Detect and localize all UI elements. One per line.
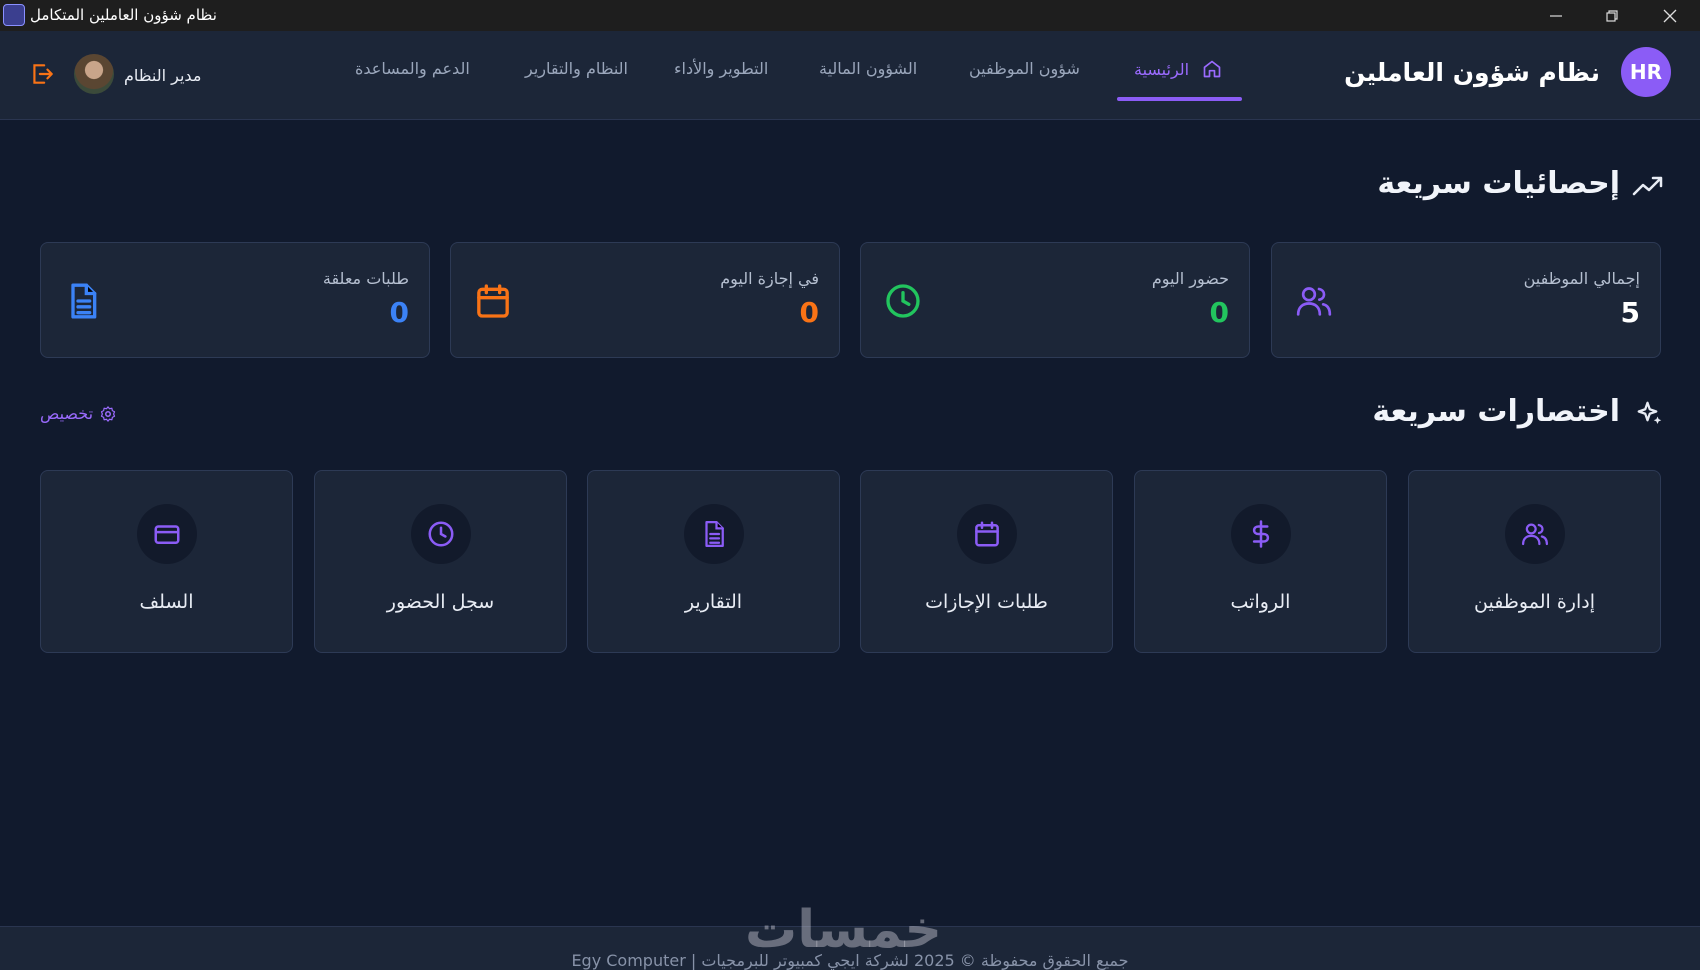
clock-icon <box>886 284 920 318</box>
stat-label: حضور اليوم <box>1151 269 1229 288</box>
user-name: مدير النظام <box>124 66 202 85</box>
calendar-icon <box>975 521 999 547</box>
credit-card-icon <box>154 525 180 544</box>
document-icon <box>71 283 97 319</box>
stat-label: طلبات معلقة <box>322 269 409 288</box>
avatar[interactable] <box>74 54 114 94</box>
shortcut-label: سجل الحضور <box>386 591 495 613</box>
minimize-icon <box>1550 15 1562 17</box>
window-title: نظام شؤون العاملين المتكامل <box>30 6 217 24</box>
gear-icon <box>100 405 116 422</box>
restore-button[interactable] <box>1584 0 1640 31</box>
stat-card-pending-requests: طلبات معلقة 0 <box>40 242 430 358</box>
app-icon <box>3 4 25 26</box>
shortcut-icon-circle <box>411 504 471 564</box>
shortcut-label: السلف <box>139 591 194 613</box>
clock-icon <box>428 521 454 547</box>
shortcut-icon-circle <box>684 504 744 564</box>
nav-item-employee-affairs[interactable]: شؤون الموظفين <box>969 59 1080 78</box>
stat-value: 0 <box>799 296 819 329</box>
stat-card-attendance-today: حضور اليوم 0 <box>860 242 1250 358</box>
stat-value: 0 <box>389 296 409 329</box>
dollar-icon <box>1252 520 1270 548</box>
users-icon <box>1522 523 1548 546</box>
shortcut-label: إدارة الموظفين <box>1474 591 1595 613</box>
shortcut-label: طلبات الإجازات <box>925 591 1048 613</box>
nav-item-system-reports[interactable]: النظام والتقارير <box>525 59 628 78</box>
users-icon <box>1296 287 1332 316</box>
shortcut-reports[interactable]: التقارير <box>587 470 840 653</box>
minimize-button[interactable] <box>1528 0 1584 31</box>
shortcut-icon-circle <box>1231 504 1291 564</box>
shortcut-icon-circle <box>957 504 1017 564</box>
home-icon <box>1203 60 1221 78</box>
shortcut-leave-requests[interactable]: طلبات الإجازات <box>860 470 1113 653</box>
sparkles-icon <box>1637 401 1662 424</box>
nav-item-financial-affairs[interactable]: الشؤون المالية <box>819 59 917 78</box>
nav-item-support[interactable]: الدعم والمساعدة <box>355 59 470 78</box>
logout-button[interactable] <box>29 61 55 91</box>
watermark: خمسات <box>745 900 943 960</box>
stat-label: إجمالي الموظفين <box>1523 269 1640 288</box>
window-titlebar: نظام شؤون العاملين المتكامل <box>0 0 1700 31</box>
trending-up-icon <box>1632 176 1663 196</box>
logout-icon <box>33 64 53 84</box>
shortcut-salaries[interactable]: الرواتب <box>1134 470 1387 653</box>
calendar-icon <box>477 284 509 318</box>
shortcut-label: التقارير <box>684 591 743 613</box>
stat-value: 5 <box>1620 296 1640 329</box>
nav-active-indicator <box>1117 97 1242 101</box>
close-icon <box>1663 9 1677 23</box>
shortcut-advances[interactable]: السلف <box>40 470 293 653</box>
stat-card-on-leave-today: في إجازة اليوم 0 <box>450 242 840 358</box>
brand-title: نظام شؤون العاملين <box>1344 58 1600 87</box>
stat-value: 0 <box>1209 296 1229 329</box>
shortcut-label: الرواتب <box>1230 591 1291 613</box>
nav-item-development[interactable]: التطوير والأداء <box>674 59 768 78</box>
logo-badge: HR <box>1621 47 1671 97</box>
shortcuts-title: اختصارات سريعة <box>1372 394 1620 429</box>
shortcut-icon-circle <box>137 504 197 564</box>
stats-title: إحصائيات سريعة <box>1377 166 1620 201</box>
shortcut-attendance-log[interactable]: سجل الحضور <box>314 470 567 653</box>
nav-item-home[interactable]: الرئيسية <box>1134 59 1222 79</box>
document-icon <box>705 521 724 547</box>
close-button[interactable] <box>1642 0 1698 31</box>
shortcut-icon-circle <box>1505 504 1565 564</box>
customize-button[interactable]: تخصيص <box>40 404 117 423</box>
stat-label: في إجازة اليوم <box>720 269 819 288</box>
stat-card-total-employees: إجمالي الموظفين 5 <box>1271 242 1661 358</box>
shortcut-employee-management[interactable]: إدارة الموظفين <box>1408 470 1661 653</box>
restore-icon <box>1606 10 1618 22</box>
app-header: HR نظام شؤون العاملين الرئيسية شؤون المو… <box>0 31 1700 120</box>
customize-label: تخصيص <box>40 404 94 423</box>
